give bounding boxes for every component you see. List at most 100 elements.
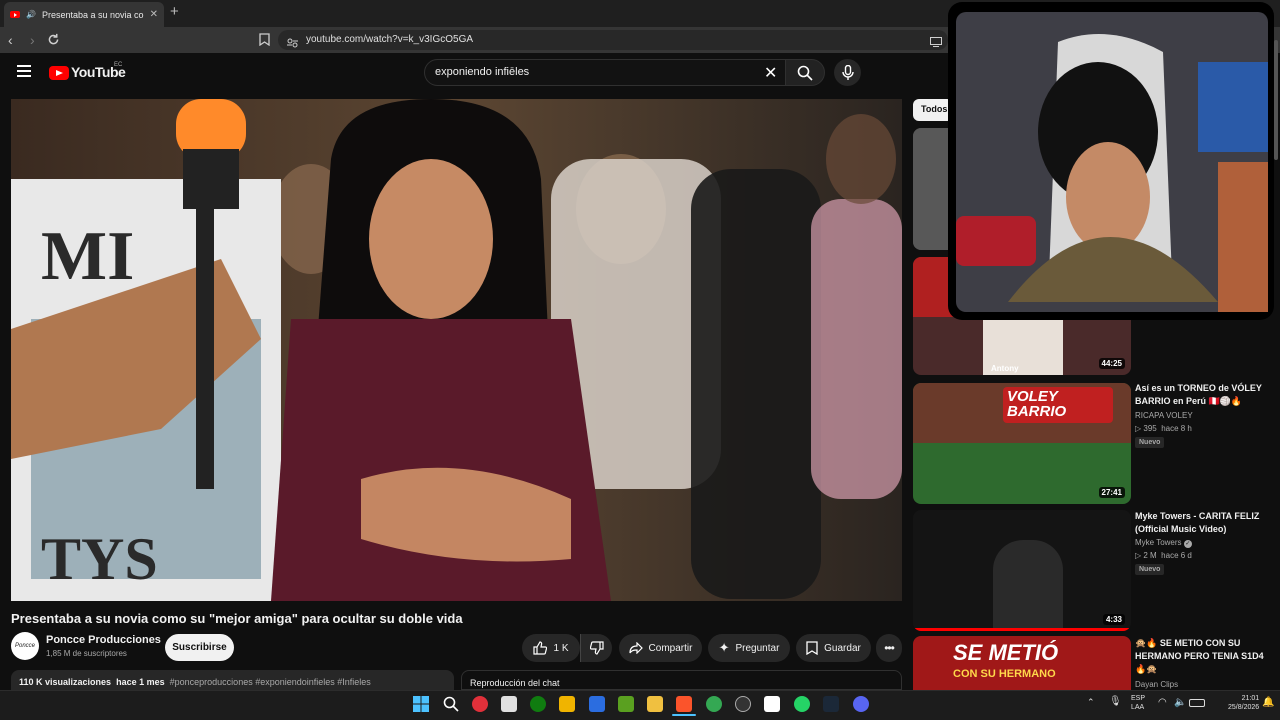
thumbs-up-icon	[533, 641, 548, 655]
thumbnail-overlay-text: Antony	[991, 364, 1019, 373]
microphone-icon	[842, 65, 854, 80]
chat-replay-header[interactable]: Reproducción del chat	[461, 670, 902, 690]
language-code: ESP	[1131, 695, 1146, 702]
new-badge: Nuevo	[1135, 564, 1165, 575]
forward-icon[interactable]: ›	[30, 31, 35, 49]
subscribe-button[interactable]: Suscribirse	[165, 634, 234, 661]
back-icon[interactable]: ‹	[8, 31, 13, 49]
voice-search-button[interactable]	[834, 59, 861, 86]
brave-browser-icon[interactable]	[676, 696, 692, 712]
thumbnail-overlay-text: SE METIÓ	[953, 640, 1059, 665]
filter-chip-all[interactable]: Todos	[913, 99, 953, 121]
video-duration: 44:25	[1098, 358, 1125, 369]
sidebar-channel-name[interactable]: Myke Towers ✓	[1135, 538, 1192, 548]
svg-text:MI: MI	[41, 218, 134, 295]
new-badge: Nuevo	[1135, 437, 1165, 448]
video-duration: 27:41	[1098, 487, 1125, 498]
description-box[interactable]: 110 K visualizaciones hace 1 mes #poncep…	[11, 670, 454, 690]
reload-icon[interactable]	[47, 31, 60, 50]
wifi-icon[interactable]: ◠	[1158, 697, 1167, 708]
tab-title: Presentaba a su novia como	[41, 9, 144, 20]
share-icon	[628, 642, 643, 654]
view-count: 110 K visualizaciones	[19, 677, 112, 687]
save-playlist-icon	[806, 641, 818, 655]
channel-name[interactable]: Poncce Producciones	[46, 634, 161, 646]
upload-age: hace 1 mes	[116, 677, 165, 687]
sidebar-video-title[interactable]: Así es un TORNEO de VÓLEY BARRIO en Perú…	[1135, 382, 1275, 408]
sidebar-views: 2 M	[1143, 551, 1157, 560]
discord-icon[interactable]	[853, 696, 869, 712]
sidebar-video-meta: ▷ 395 hace 8 h	[1135, 424, 1192, 433]
sidebar-age: hace 6 d	[1161, 551, 1192, 560]
calculator-icon[interactable]	[501, 696, 517, 712]
clock-time: 21:01	[1241, 695, 1260, 702]
search-button[interactable]	[785, 59, 825, 86]
hamburger-menu-icon[interactable]	[17, 65, 31, 80]
keyboard-layout: LAA	[1131, 704, 1145, 711]
save-button[interactable]: Guardar	[796, 634, 871, 662]
game-app-icon[interactable]	[559, 696, 575, 712]
sidebar-video-meta: ▷ 2 M hace 6 d	[1135, 551, 1192, 560]
share-label: Compartir	[648, 642, 693, 654]
minecraft-icon[interactable]	[618, 696, 634, 712]
battery-icon[interactable]	[1189, 699, 1205, 707]
sidebar-channel-name[interactable]: Dayan Clips	[1135, 680, 1178, 689]
tray-mic-icon[interactable]: 🎙	[1109, 696, 1122, 707]
site-info-icon[interactable]	[287, 35, 298, 53]
search-input[interactable]: exponiendo infiēles	[435, 66, 529, 78]
sidebar-thumbnail-4[interactable]: 4:33	[913, 510, 1131, 631]
steam-icon[interactable]	[823, 696, 839, 712]
store-icon[interactable]	[589, 696, 605, 712]
video-frame: MI TYS	[11, 99, 902, 601]
new-tab-icon[interactable]: +	[170, 3, 179, 20]
notifications-icon[interactable]: 🔔	[1262, 697, 1274, 708]
sidebar-thumbnail-5[interactable]: SE METIÓ CON SU HERMANO	[913, 636, 1131, 690]
share-button[interactable]: Compartir	[619, 634, 702, 662]
sidebar-channel-name[interactable]: RICAPA VOLEY	[1135, 411, 1193, 420]
cast-icon[interactable]	[930, 34, 942, 52]
xbox-icon[interactable]	[530, 696, 546, 712]
clock-date: 25/8/2026	[1228, 704, 1260, 711]
youtube-logo-icon[interactable]	[49, 66, 69, 80]
windows-start-icon[interactable]	[413, 696, 429, 712]
taskbar-search-icon[interactable]	[443, 696, 459, 712]
video-player[interactable]: MI TYS	[11, 99, 902, 601]
audio-playing-icon[interactable]: 🔊	[26, 10, 36, 19]
url-text[interactable]: youtube.com/watch?v=k_v3IGcO5GA	[306, 34, 473, 45]
sidebar-video-title[interactable]: Myke Towers - CARITA FELIZ (Official Mus…	[1135, 510, 1275, 536]
hashtags[interactable]: #ponceproducciones #exponiendoinfieles #…	[170, 677, 371, 687]
opera-gx-icon[interactable]	[472, 696, 488, 712]
sidebar-thumbnail-3[interactable]: VOLEY BARRIO 27:41	[913, 383, 1131, 504]
bookmark-icon[interactable]	[259, 33, 270, 51]
logo-region-code: EC	[114, 62, 123, 68]
whatsapp-icon[interactable]	[794, 696, 810, 712]
video-title: Presentaba a su novia como su "mejor ami…	[11, 611, 463, 626]
avatar-text: Poncce	[14, 643, 35, 649]
chrome-icon[interactable]	[706, 696, 722, 712]
file-explorer-icon[interactable]	[647, 696, 663, 712]
clock[interactable]: 21:01 25/8/2026	[1228, 694, 1259, 712]
sidebar-views: 395	[1143, 424, 1157, 433]
like-button[interactable]: 1 K	[522, 634, 580, 662]
capcut-icon[interactable]	[764, 696, 780, 712]
tray-overflow-icon[interactable]: ⌃	[1087, 697, 1095, 708]
obs-icon[interactable]	[735, 696, 751, 712]
input-language[interactable]: ESP LAA	[1131, 694, 1145, 712]
dislike-button[interactable]	[580, 634, 612, 662]
save-label: Guardar	[824, 642, 861, 654]
sidebar-age: hace 8 h	[1161, 424, 1192, 433]
volume-icon[interactable]: 🔈	[1174, 697, 1186, 708]
verified-icon: ✓	[1183, 540, 1192, 548]
clear-search-icon[interactable]: ✕	[764, 63, 777, 83]
browser-tab[interactable]: 🔊 Presentaba a su novia como ✕	[4, 2, 164, 27]
ask-button[interactable]: ✦ Preguntar	[708, 634, 790, 662]
sidebar-video-title[interactable]: 🙊🔥 SE METIO CON SU HERMANO PERO TENIA S1…	[1135, 637, 1275, 676]
page-scrollbar[interactable]	[1274, 40, 1278, 160]
channel-avatar[interactable]: Poncce	[11, 632, 39, 660]
webcam-frame	[956, 12, 1268, 312]
webcam-overlay	[948, 2, 1274, 320]
subscriber-count: 1,85 M de suscriptores	[46, 649, 127, 658]
thumbnail-overlay-text: VOLEY BARRIO	[1007, 388, 1067, 420]
close-tab-icon[interactable]: ✕	[150, 9, 158, 20]
more-actions-button[interactable]: •••	[876, 634, 902, 662]
